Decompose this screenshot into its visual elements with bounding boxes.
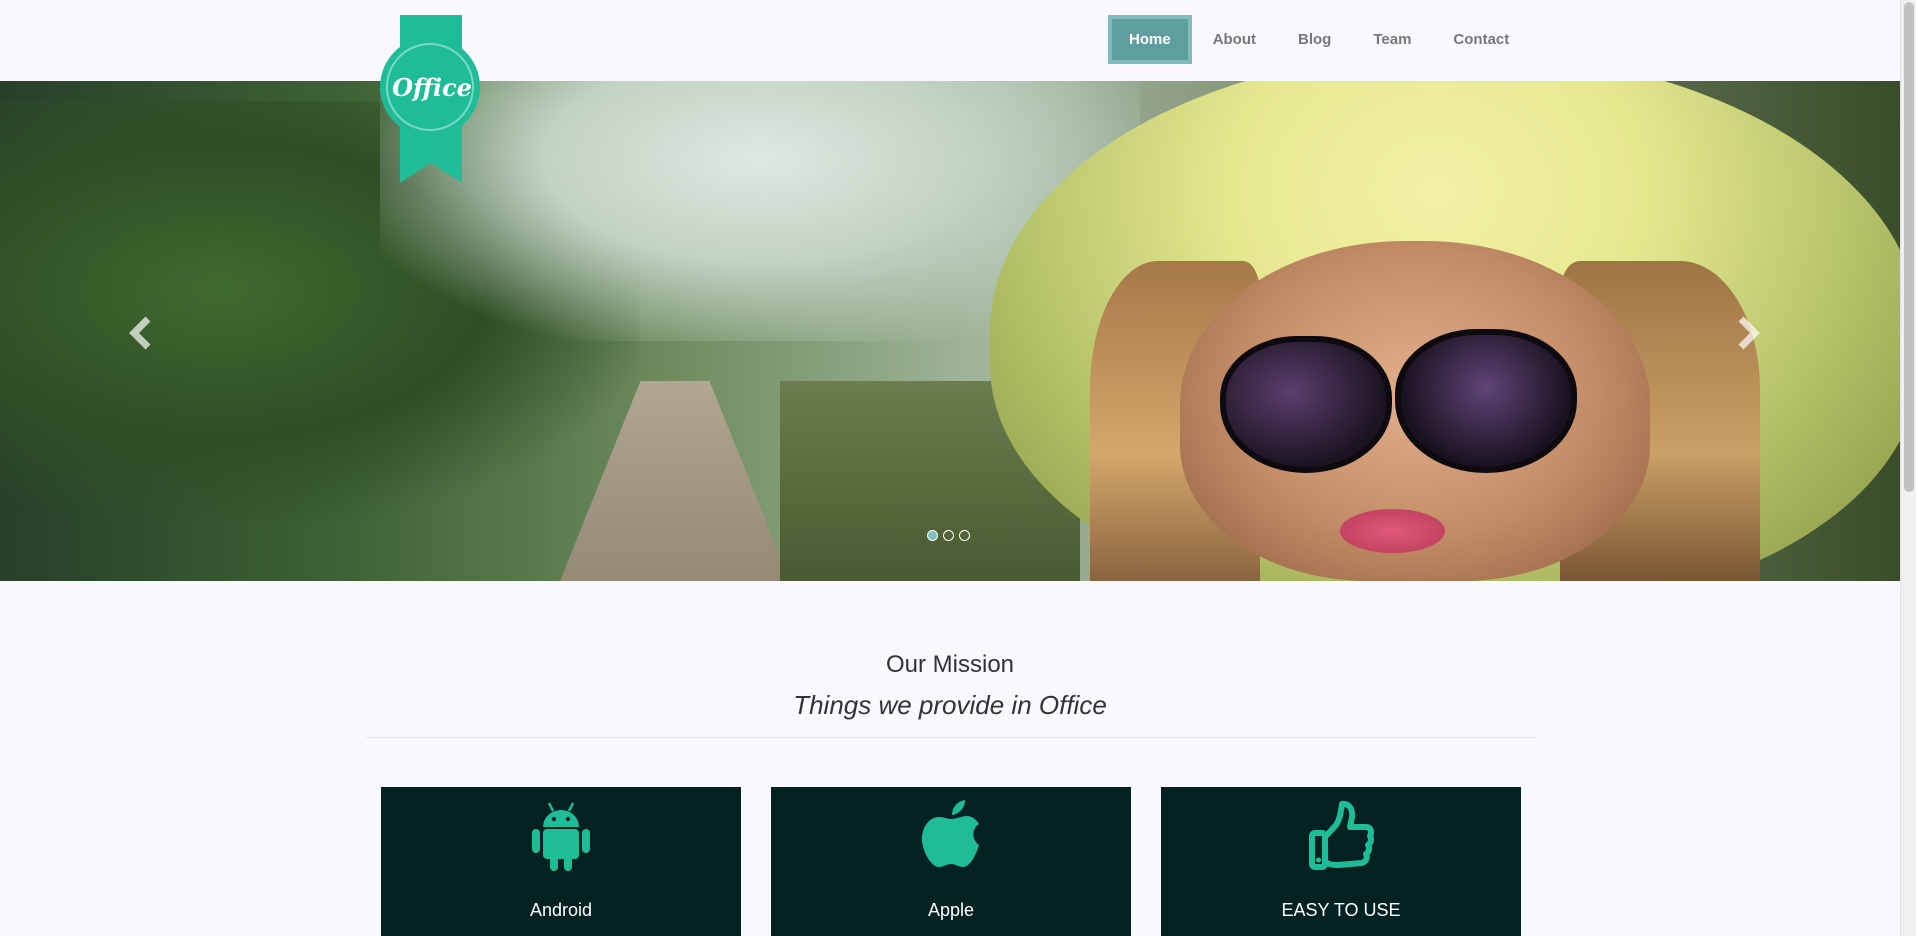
header: Home About Blog Team Contact xyxy=(0,0,1900,81)
chevron-left-icon xyxy=(129,316,151,350)
android-icon xyxy=(532,802,590,871)
main-nav: Home About Blog Team Contact xyxy=(1108,15,1530,64)
carousel-indicators xyxy=(927,530,975,541)
apple-icon xyxy=(922,800,979,867)
nav-team[interactable]: Team xyxy=(1352,15,1432,64)
feature-label: Apple xyxy=(927,900,975,920)
feature-label: EASY TO USE xyxy=(1281,900,1401,920)
carousel-indicator-2[interactable] xyxy=(943,530,954,541)
carousel-indicator-3[interactable] xyxy=(959,530,970,541)
section-subtitle: Things we provide in Office xyxy=(793,690,1107,720)
feature-card-easy-to-use[interactable]: EASY TO USE xyxy=(1161,787,1521,936)
carousel-next-button[interactable] xyxy=(1727,313,1767,353)
features-row: Android Apple EASY TO USE xyxy=(381,787,1551,936)
divider xyxy=(366,737,1536,738)
nav-contact[interactable]: Contact xyxy=(1432,15,1530,64)
hero-carousel xyxy=(0,81,1900,581)
feature-label: Android xyxy=(529,900,593,920)
nav-home[interactable]: Home xyxy=(1108,15,1192,64)
logo-text: Office xyxy=(392,73,472,102)
chevron-right-icon xyxy=(1738,316,1760,350)
page: Home About Blog Team Contact Office Our … xyxy=(0,0,1900,936)
section-title: Our Mission xyxy=(885,651,1015,678)
scrollbar[interactable] xyxy=(1900,0,1916,936)
thumbs-up-icon xyxy=(1309,800,1374,870)
scrollbar-thumb[interactable] xyxy=(1904,2,1914,492)
feature-card-android[interactable]: Android xyxy=(381,787,741,936)
nav-blog[interactable]: Blog xyxy=(1277,15,1352,64)
logo[interactable]: Office xyxy=(380,15,484,185)
feature-card-apple[interactable]: Apple xyxy=(771,787,1131,936)
nav-about[interactable]: About xyxy=(1192,15,1277,64)
carousel-indicator-1[interactable] xyxy=(927,530,938,541)
carousel-prev-button[interactable] xyxy=(122,313,162,353)
